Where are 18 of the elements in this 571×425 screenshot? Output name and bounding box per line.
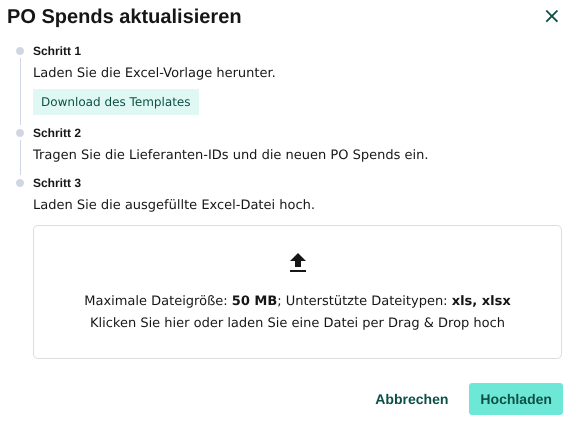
step-label: Schritt 3 [33,175,82,191]
close-button[interactable]: × [540,6,563,28]
step-dot [16,47,24,55]
step-dot [16,129,24,137]
step-description: Laden Sie die ausgefüllte Excel-Datei hoch. [33,197,315,215]
upload-button[interactable]: Hochladen [469,383,563,415]
upload-limits: Maximale Dateigröße: 50 MB; Unterstützte Dateitypen: xls, xlsx [84,294,511,309]
step-dot [16,179,24,187]
download-button[interactable]: Download des Templates [33,89,199,115]
step-description: Tragen Sie die Lieferanten-IDs und die neuen PO Spends ein. [33,147,428,165]
step-label: Schritt 1 [33,43,82,59]
step-label: Schritt 2 [33,125,82,141]
dialog-title: PO Spends aktualisieren [7,6,242,28]
file-dropzone[interactable]: Maximale Dateigröße: 50 MB; Unterstützte Dateitypen: xls, xlsx Klicken Sie hier oder laden Sie eine Datei per Drag & Drop hoch [33,225,562,359]
step-description: Laden Sie die Excel-Vorlage herunter. [33,65,276,83]
cancel-button[interactable]: Abbrechen [364,383,460,415]
upload-hint: Klicken Sie hier oder laden Sie eine Datei per Drag & Drop hoch [90,316,505,331]
upload-icon [288,253,306,273]
